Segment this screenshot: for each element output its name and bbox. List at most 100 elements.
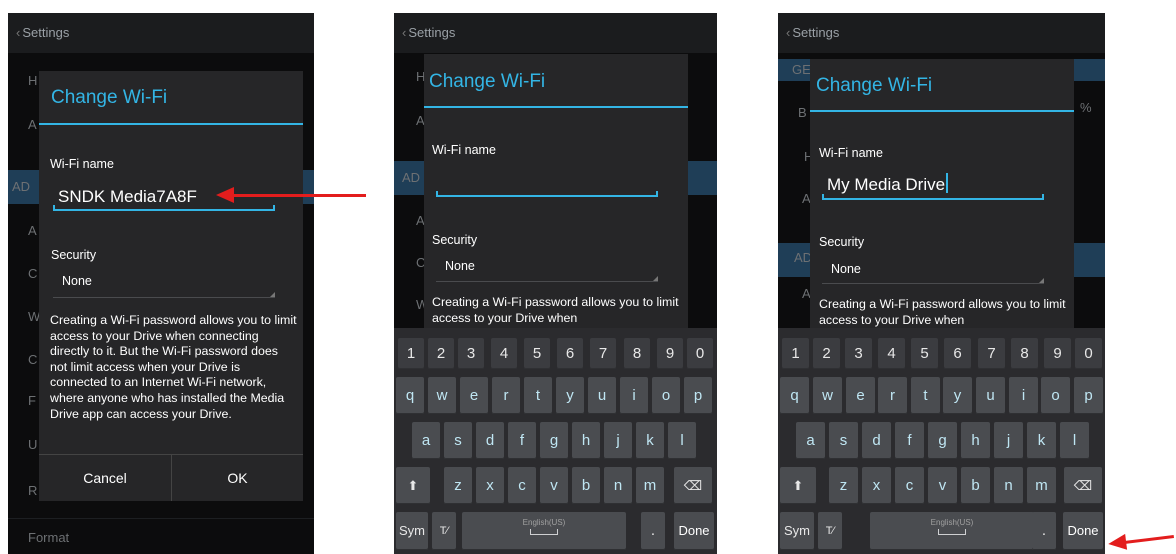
key-s[interactable]: s bbox=[444, 422, 472, 459]
key-0[interactable]: 0 bbox=[1075, 338, 1102, 369]
key-1[interactable]: 1 bbox=[398, 338, 424, 369]
key-k[interactable]: k bbox=[636, 422, 664, 459]
settings-header[interactable]: ‹ Settings bbox=[778, 13, 1105, 53]
back-chevron-icon[interactable]: ‹ bbox=[786, 25, 790, 40]
key-g[interactable]: g bbox=[928, 422, 957, 459]
key-v[interactable]: v bbox=[540, 467, 568, 504]
key-2[interactable]: 2 bbox=[813, 338, 840, 369]
key-o[interactable]: o bbox=[1041, 377, 1070, 414]
key-e[interactable]: e bbox=[846, 377, 875, 414]
key-d[interactable]: d bbox=[476, 422, 504, 459]
key-v[interactable]: v bbox=[928, 467, 957, 504]
key-8[interactable]: 8 bbox=[624, 338, 650, 369]
back-chevron-icon[interactable]: ‹ bbox=[402, 25, 406, 40]
text-tool-key-icon[interactable]: T⁄ bbox=[818, 512, 842, 550]
key-i[interactable]: i bbox=[620, 377, 648, 414]
key-7[interactable]: 7 bbox=[978, 338, 1005, 369]
key-s[interactable]: s bbox=[829, 422, 858, 459]
key-3[interactable]: 3 bbox=[845, 338, 872, 369]
key-a[interactable]: a bbox=[796, 422, 825, 459]
key-1[interactable]: 1 bbox=[782, 338, 809, 369]
key-h[interactable]: h bbox=[961, 422, 990, 459]
key-j[interactable]: j bbox=[994, 422, 1023, 459]
shift-key-icon[interactable]: ⬆ bbox=[780, 467, 816, 504]
security-select[interactable]: None bbox=[445, 259, 475, 273]
key-5[interactable]: 5 bbox=[911, 338, 938, 369]
key-4[interactable]: 4 bbox=[491, 338, 517, 369]
settings-header[interactable]: ‹ Settings bbox=[394, 13, 717, 53]
backspace-key-icon[interactable]: ⌫ bbox=[1064, 467, 1102, 504]
key-p[interactable]: p bbox=[684, 377, 712, 414]
key-o[interactable]: o bbox=[652, 377, 680, 414]
key-l[interactable]: l bbox=[668, 422, 696, 459]
key-w[interactable]: w bbox=[813, 377, 842, 414]
key-m[interactable]: m bbox=[1027, 467, 1056, 504]
key-4[interactable]: 4 bbox=[878, 338, 905, 369]
key-f[interactable]: f bbox=[895, 422, 924, 459]
period-key[interactable]: . bbox=[641, 512, 665, 550]
key-m[interactable]: m bbox=[636, 467, 664, 504]
key-x[interactable]: x bbox=[476, 467, 504, 504]
key-d[interactable]: d bbox=[862, 422, 891, 459]
key-r[interactable]: r bbox=[878, 377, 907, 414]
key-b[interactable]: b bbox=[572, 467, 600, 504]
key-8[interactable]: 8 bbox=[1011, 338, 1038, 369]
key-2[interactable]: 2 bbox=[428, 338, 454, 369]
space-key[interactable]: English(US) bbox=[462, 512, 626, 550]
security-select[interactable]: None bbox=[831, 262, 861, 276]
key-e[interactable]: e bbox=[460, 377, 488, 414]
back-chevron-icon[interactable]: ‹ bbox=[16, 25, 20, 40]
key-w[interactable]: w bbox=[428, 377, 456, 414]
key-6[interactable]: 6 bbox=[944, 338, 971, 369]
key-a[interactable]: a bbox=[412, 422, 440, 459]
settings-header[interactable]: ‹ Settings bbox=[8, 13, 314, 53]
sym-key[interactable]: Sym bbox=[780, 512, 814, 550]
done-key[interactable]: Done bbox=[674, 512, 714, 550]
key-u[interactable]: u bbox=[976, 377, 1005, 414]
done-key[interactable]: Done bbox=[1063, 512, 1103, 550]
security-select[interactable]: None bbox=[62, 274, 92, 288]
key-b[interactable]: b bbox=[961, 467, 990, 504]
key-c[interactable]: c bbox=[895, 467, 924, 504]
sym-key[interactable]: Sym bbox=[396, 512, 428, 550]
key-9[interactable]: 9 bbox=[657, 338, 683, 369]
key-z[interactable]: z bbox=[829, 467, 858, 504]
key-q[interactable]: q bbox=[780, 377, 809, 414]
key-f[interactable]: f bbox=[508, 422, 536, 459]
key-7[interactable]: 7 bbox=[590, 338, 616, 369]
key-6[interactable]: 6 bbox=[557, 338, 583, 369]
shift-key-icon[interactable]: ⬆ bbox=[396, 467, 430, 504]
key-y[interactable]: y bbox=[943, 377, 972, 414]
key-t[interactable]: t bbox=[524, 377, 552, 414]
key-y[interactable]: y bbox=[556, 377, 584, 414]
key-t[interactable]: t bbox=[911, 377, 940, 414]
format-setting-label[interactable]: Format bbox=[28, 530, 69, 545]
cancel-button[interactable]: Cancel bbox=[39, 455, 171, 501]
wifi-name-input[interactable]: SNDK Media7A8F bbox=[58, 187, 197, 207]
key-h[interactable]: h bbox=[572, 422, 600, 459]
key-j[interactable]: j bbox=[604, 422, 632, 459]
key-i[interactable]: i bbox=[1009, 377, 1038, 414]
key-n[interactable]: n bbox=[604, 467, 632, 504]
key-l[interactable]: l bbox=[1060, 422, 1089, 459]
text-tool-key-icon[interactable]: T⁄ bbox=[432, 512, 456, 550]
ok-button[interactable]: OK bbox=[172, 455, 303, 501]
key-u[interactable]: u bbox=[588, 377, 616, 414]
key-q[interactable]: q bbox=[396, 377, 424, 414]
backspace-key-icon[interactable]: ⌫ bbox=[674, 467, 712, 504]
key-0[interactable]: 0 bbox=[687, 338, 713, 369]
key-3[interactable]: 3 bbox=[458, 338, 484, 369]
key-k[interactable]: k bbox=[1027, 422, 1056, 459]
key-p[interactable]: p bbox=[1074, 377, 1103, 414]
key-g[interactable]: g bbox=[540, 422, 568, 459]
key-x[interactable]: x bbox=[862, 467, 891, 504]
key-z[interactable]: z bbox=[444, 467, 472, 504]
key-r[interactable]: r bbox=[492, 377, 520, 414]
key-c[interactable]: c bbox=[508, 467, 536, 504]
wifi-name-input[interactable]: My Media Drive bbox=[827, 173, 948, 195]
space-key[interactable]: English(US) bbox=[870, 512, 1034, 550]
key-5[interactable]: 5 bbox=[524, 338, 550, 369]
period-key[interactable]: . bbox=[1032, 512, 1056, 550]
key-n[interactable]: n bbox=[994, 467, 1023, 504]
key-9[interactable]: 9 bbox=[1044, 338, 1071, 369]
